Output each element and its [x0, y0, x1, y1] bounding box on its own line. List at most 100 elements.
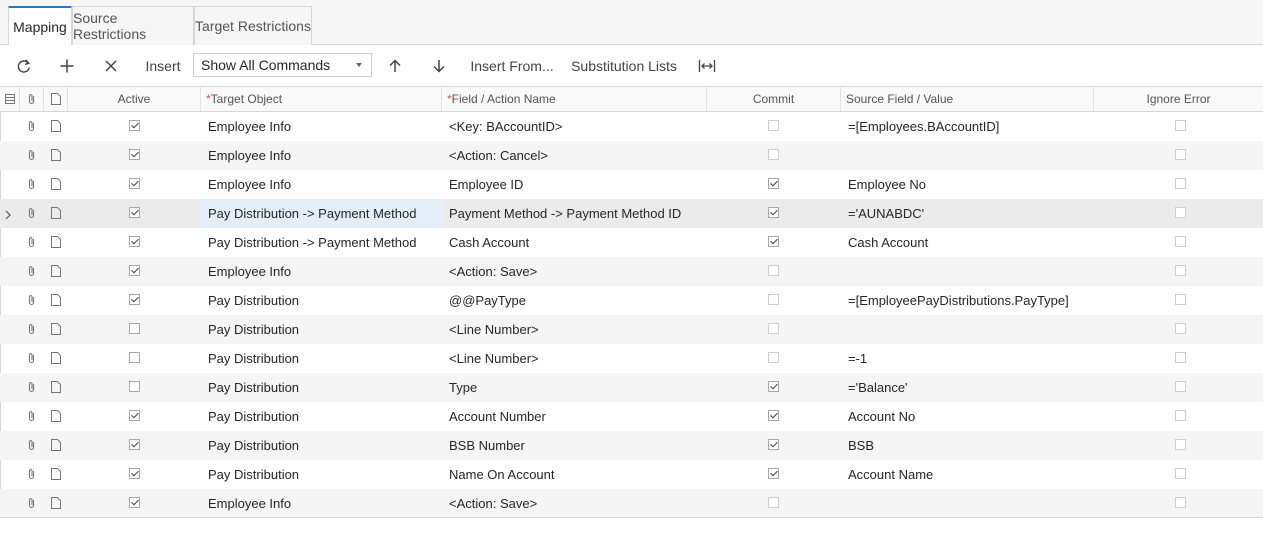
target-object-cell[interactable]: Pay Distribution: [201, 373, 442, 402]
ignore-error-checkbox[interactable]: [1175, 323, 1186, 334]
column-header-ignore-error[interactable]: Ignore Error: [1094, 87, 1263, 111]
tab-source-restrictions[interactable]: Source Restrictions: [72, 6, 194, 45]
commit-checkbox[interactable]: [768, 410, 779, 421]
active-checkbox[interactable]: [129, 207, 140, 218]
source-field-cell[interactable]: [841, 489, 1094, 518]
active-checkbox[interactable]: [129, 149, 140, 160]
active-checkbox[interactable]: [129, 265, 140, 276]
active-checkbox[interactable]: [129, 352, 140, 363]
source-field-cell[interactable]: ='Balance': [841, 373, 1094, 402]
row-selector-header[interactable]: [0, 87, 20, 111]
active-checkbox[interactable]: [129, 120, 140, 131]
commit-checkbox[interactable]: [768, 381, 779, 392]
paperclip-icon[interactable]: [27, 439, 36, 454]
note-icon[interactable]: [51, 178, 61, 193]
ignore-error-checkbox[interactable]: [1175, 265, 1186, 276]
command-filter-select[interactable]: Show All Commands: [193, 53, 372, 77]
field-action-cell[interactable]: <Key: BAccountID>: [442, 112, 707, 141]
field-action-cell[interactable]: Employee ID: [442, 170, 707, 199]
table-row[interactable]: Pay Distribution -> Payment Method Cash A…: [0, 228, 1263, 257]
paperclip-icon[interactable]: [27, 236, 36, 251]
column-header-target-object[interactable]: *Target Object: [201, 87, 442, 111]
target-object-cell[interactable]: Employee Info: [201, 170, 442, 199]
field-action-cell[interactable]: <Action: Save>: [442, 489, 707, 518]
active-checkbox[interactable]: [129, 468, 140, 479]
note-icon[interactable]: [51, 352, 61, 367]
target-object-cell[interactable]: Pay Distribution: [201, 431, 442, 460]
ignore-error-checkbox[interactable]: [1175, 294, 1186, 305]
move-down-button[interactable]: [427, 52, 451, 79]
ignore-error-checkbox[interactable]: [1175, 410, 1186, 421]
target-object-cell[interactable]: Pay Distribution -> Payment Method: [201, 228, 442, 257]
note-icon[interactable]: [51, 468, 61, 483]
target-object-cell[interactable]: Pay Distribution: [201, 460, 442, 489]
paperclip-icon[interactable]: [27, 381, 36, 396]
table-row[interactable]: Pay Distribution <Line Number> =-1: [0, 344, 1263, 373]
paperclip-icon[interactable]: [27, 352, 36, 367]
active-checkbox[interactable]: [129, 439, 140, 450]
target-object-cell[interactable]: Pay Distribution: [201, 286, 442, 315]
note-icon[interactable]: [51, 410, 61, 425]
table-row[interactable]: Employee Info <Action: Save>: [0, 257, 1263, 286]
target-object-cell[interactable]: Pay Distribution: [201, 344, 442, 373]
target-object-cell[interactable]: Pay Distribution: [201, 315, 442, 344]
table-row[interactable]: Pay Distribution BSB Number BSB: [0, 431, 1263, 460]
paperclip-icon[interactable]: [27, 410, 36, 425]
ignore-error-checkbox[interactable]: [1175, 120, 1186, 131]
column-header-commit[interactable]: Commit: [707, 87, 841, 111]
table-row[interactable]: Pay Distribution <Line Number>: [0, 315, 1263, 344]
target-object-cell[interactable]: Employee Info: [201, 257, 442, 286]
source-field-cell[interactable]: Employee No: [841, 170, 1094, 199]
move-up-button[interactable]: [383, 52, 407, 79]
column-header-source-field[interactable]: Source Field / Value: [841, 87, 1094, 111]
commit-checkbox[interactable]: [768, 468, 779, 479]
field-action-cell[interactable]: Name On Account: [442, 460, 707, 489]
delete-row-button[interactable]: [99, 52, 123, 79]
table-row[interactable]: Pay Distribution -> Payment Method Paymen…: [0, 199, 1263, 228]
active-checkbox[interactable]: [129, 236, 140, 247]
active-checkbox[interactable]: [129, 178, 140, 189]
commit-checkbox[interactable]: [768, 265, 779, 276]
note-icon[interactable]: [51, 207, 61, 222]
commit-checkbox[interactable]: [768, 294, 779, 305]
commit-checkbox[interactable]: [768, 236, 779, 247]
active-checkbox[interactable]: [129, 381, 140, 392]
ignore-error-checkbox[interactable]: [1175, 236, 1186, 247]
table-row[interactable]: Pay Distribution @@PayType =[EmployeePayDi…: [0, 286, 1263, 315]
target-object-cell[interactable]: Employee Info: [201, 112, 442, 141]
ignore-error-checkbox[interactable]: [1175, 207, 1186, 218]
field-action-cell[interactable]: <Action: Save>: [442, 257, 707, 286]
note-icon[interactable]: [51, 323, 61, 338]
field-action-cell[interactable]: <Line Number>: [442, 315, 707, 344]
paperclip-icon[interactable]: [27, 294, 36, 309]
field-action-cell[interactable]: <Line Number>: [442, 344, 707, 373]
active-checkbox[interactable]: [129, 497, 140, 508]
table-row[interactable]: Employee Info <Action: Cancel>: [0, 141, 1263, 170]
field-action-cell[interactable]: BSB Number: [442, 431, 707, 460]
ignore-error-checkbox[interactable]: [1175, 149, 1186, 160]
table-row[interactable]: Pay Distribution Name On Account Account N…: [0, 460, 1263, 489]
ignore-error-checkbox[interactable]: [1175, 381, 1186, 392]
fit-columns-button[interactable]: [695, 52, 719, 79]
source-field-cell[interactable]: [841, 257, 1094, 286]
column-header-active[interactable]: Active: [68, 87, 201, 111]
active-checkbox[interactable]: [129, 294, 140, 305]
commit-checkbox[interactable]: [768, 149, 779, 160]
source-field-cell[interactable]: Account Name: [841, 460, 1094, 489]
source-field-cell[interactable]: [841, 141, 1094, 170]
target-object-cell[interactable]: Employee Info: [201, 141, 442, 170]
commit-checkbox[interactable]: [768, 207, 779, 218]
source-field-cell[interactable]: =-1: [841, 344, 1094, 373]
note-icon[interactable]: [51, 497, 61, 512]
refresh-button[interactable]: [12, 52, 36, 79]
commit-checkbox[interactable]: [768, 352, 779, 363]
ignore-error-checkbox[interactable]: [1175, 439, 1186, 450]
column-header-field-action[interactable]: *Field / Action Name: [442, 87, 707, 111]
ignore-error-checkbox[interactable]: [1175, 352, 1186, 363]
source-field-cell[interactable]: Cash Account: [841, 228, 1094, 257]
substitution-lists-button[interactable]: Substitution Lists: [570, 52, 678, 79]
tab-target-restrictions[interactable]: Target Restrictions: [194, 6, 312, 45]
insert-from-button[interactable]: Insert From...: [470, 52, 554, 79]
field-action-cell[interactable]: Payment Method -> Payment Method ID: [442, 199, 707, 228]
note-icon[interactable]: [51, 294, 61, 309]
